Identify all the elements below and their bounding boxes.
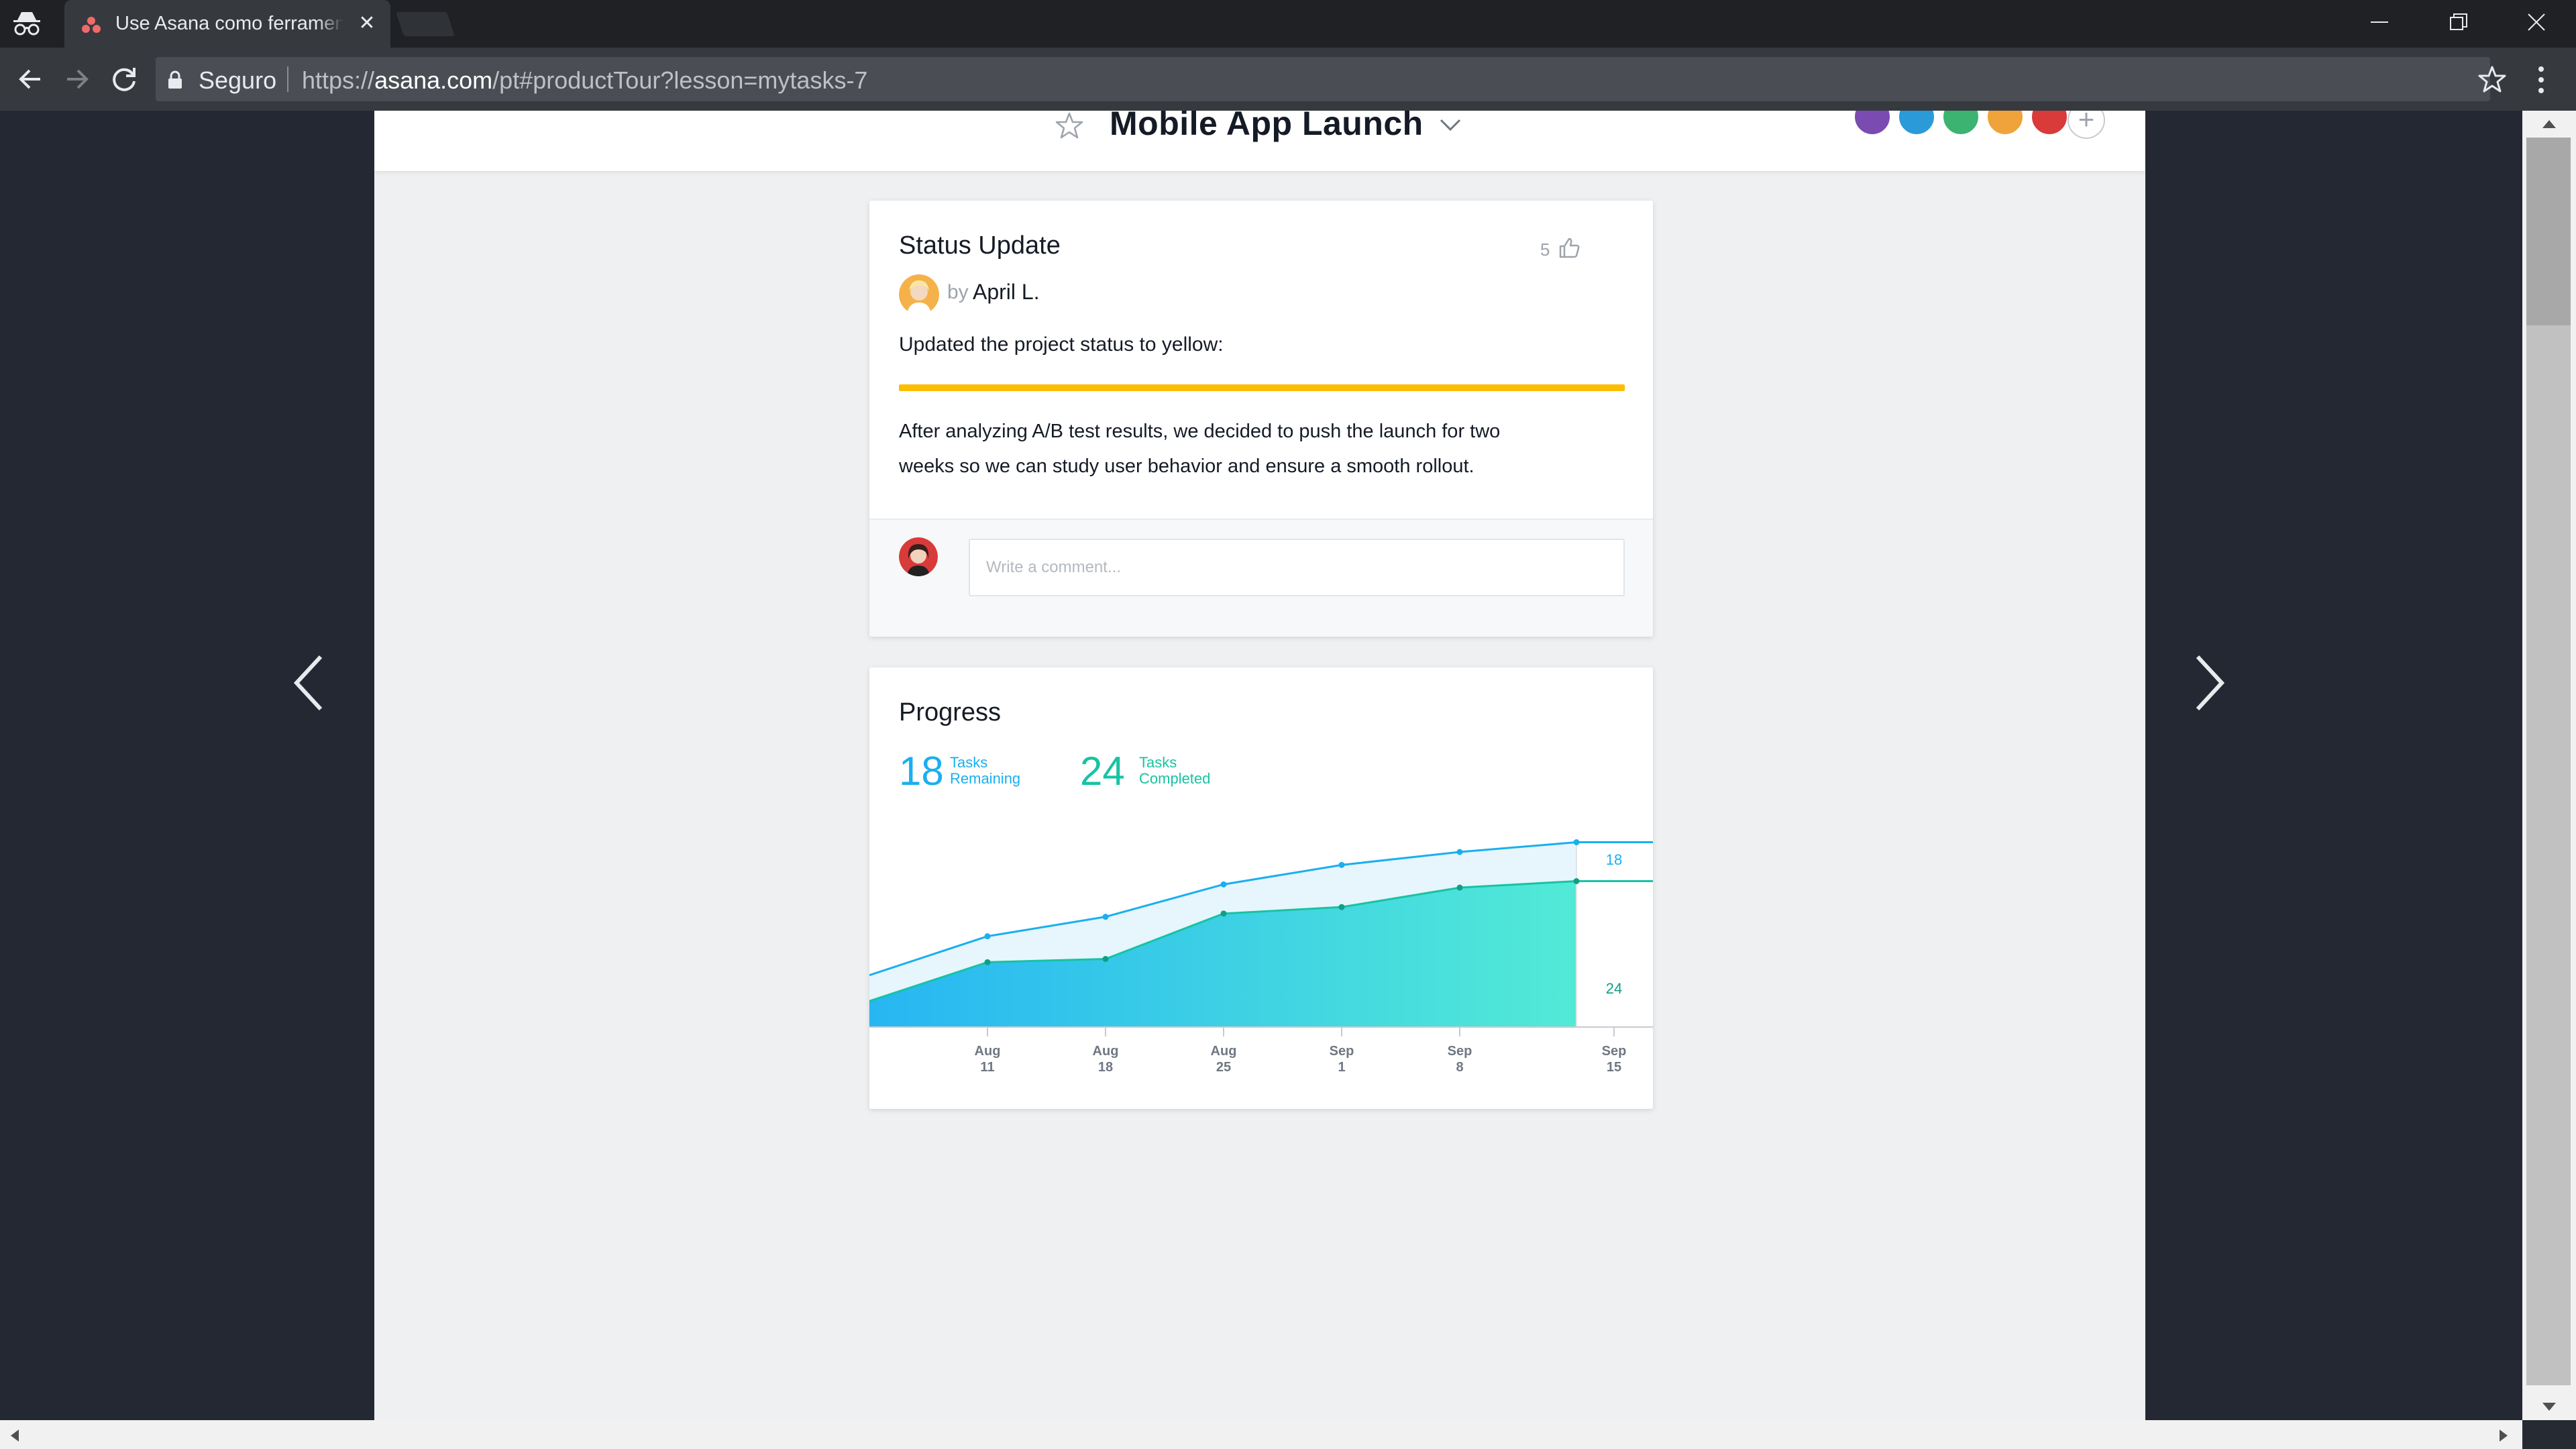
forward-arrow-icon[interactable] <box>60 62 94 96</box>
completed-point <box>1102 956 1109 962</box>
omnibox-separator <box>287 66 288 92</box>
x-tick-label-month: Sep <box>1448 1044 1472 1059</box>
status-color-bar <box>899 384 1625 391</box>
author-avatar[interactable] <box>899 274 939 315</box>
completed-point <box>984 959 991 965</box>
minimize-icon <box>2371 21 2388 23</box>
completed-point <box>1456 884 1463 891</box>
comment-input[interactable] <box>969 539 1625 596</box>
chevron-left-icon[interactable] <box>288 653 329 713</box>
tab-title: Use Asana como ferramenta <box>115 13 343 36</box>
x-tick-label-month: Aug <box>975 1044 1001 1059</box>
x-tick-label-day: 18 <box>1098 1060 1113 1075</box>
status-subtitle: Updated the project status to yellow: <box>899 333 1224 356</box>
current-user-avatar <box>899 537 938 576</box>
progress-chart: 1824Aug11Aug18Aug25Sep1Sep8Sep15 <box>869 839 1653 1075</box>
asana-main: Mobile App Launch + Status Update 5 by A… <box>374 111 2145 1420</box>
project-header: Mobile App Launch + <box>374 111 2145 171</box>
browser-tab[interactable]: Use Asana como ferramenta ✕ <box>64 0 390 48</box>
vertical-scrollbar[interactable] <box>2522 111 2576 1420</box>
url-scheme: https:// <box>302 66 375 94</box>
total-point <box>1573 839 1580 845</box>
total-point <box>1102 914 1109 920</box>
member-avatar[interactable] <box>1941 111 1980 136</box>
x-tick-label-day: 25 <box>1216 1060 1231 1075</box>
completed-point <box>1338 904 1345 910</box>
restore-icon <box>2450 13 2467 30</box>
chevron-down-icon[interactable] <box>1437 115 1464 135</box>
lock-icon <box>168 70 182 89</box>
bookmark-star-icon[interactable] <box>2478 65 2506 93</box>
scrollbar-thumb[interactable] <box>2526 138 2571 325</box>
remaining-end-label: 18 <box>1606 851 1622 868</box>
browser-toolbar: Seguro https://asana.com/pt#productTour?… <box>0 48 2576 111</box>
horizontal-scrollbar[interactable] <box>0 1420 2522 1449</box>
by-label: by <box>947 281 969 303</box>
url-host: asana.com <box>374 66 493 94</box>
project-title[interactable]: Mobile App Launch <box>1110 111 1424 143</box>
scroll-down-arrow-icon[interactable] <box>2541 1401 2557 1413</box>
close-icon <box>2528 13 2545 31</box>
total-point <box>1338 861 1345 868</box>
x-tick-label-day: 1 <box>1338 1060 1345 1075</box>
x-tick-label-month: Aug <box>1093 1044 1119 1059</box>
reload-icon[interactable] <box>107 62 141 96</box>
member-avatar[interactable] <box>2030 111 2069 136</box>
asana-logo-icon <box>82 17 101 33</box>
x-tick-label-day: 11 <box>980 1060 994 1075</box>
scroll-up-arrow-icon[interactable] <box>2541 117 2557 129</box>
url-text[interactable]: https://asana.com/pt#productTour?lesson=… <box>302 66 867 95</box>
total-point <box>984 933 991 940</box>
completed-point <box>1573 878 1580 884</box>
author-name[interactable]: April L. <box>973 280 1040 305</box>
x-tick-label-day: 15 <box>1607 1060 1621 1075</box>
tour-backdrop-right <box>2145 111 2522 1420</box>
tab-close-icon[interactable]: ✕ <box>357 13 377 34</box>
x-tick-label-month: Sep <box>1602 1044 1627 1059</box>
tour-backdrop-left <box>0 111 374 1420</box>
x-tick-label-month: Sep <box>1330 1044 1354 1059</box>
minimize-button[interactable] <box>2340 0 2419 48</box>
member-avatar[interactable] <box>1897 111 1936 136</box>
secure-label: Seguro <box>199 66 277 94</box>
status-update-card: Status Update 5 by April L. Updated the … <box>869 201 1653 637</box>
chevron-right-icon[interactable] <box>2190 653 2230 713</box>
x-tick-label-day: 8 <box>1456 1060 1463 1075</box>
like-count: 5 <box>1540 239 1550 260</box>
comment-area <box>869 519 1653 637</box>
kebab-menu-icon[interactable] <box>2534 65 2548 95</box>
status-body: After analyzing A/B test results, we dec… <box>899 421 1501 477</box>
favorite-star-icon[interactable] <box>1055 111 1084 140</box>
address-bar[interactable]: Seguro https://asana.com/pt#productTour?… <box>156 57 2490 101</box>
scroll-left-arrow-icon[interactable] <box>8 1428 20 1443</box>
completed-end-label: 24 <box>1606 980 1622 997</box>
restore-button[interactable] <box>2419 0 2498 48</box>
incognito-icon <box>13 12 40 36</box>
browser-titlebar: Use Asana como ferramenta ✕ <box>0 0 2576 48</box>
completed-point <box>1220 910 1227 917</box>
new-tab-button[interactable] <box>396 12 455 36</box>
thumbs-up-icon[interactable] <box>1558 237 1580 258</box>
status-update-title: Status Update <box>899 231 1061 260</box>
member-avatar[interactable] <box>1986 111 2025 136</box>
total-point <box>1456 849 1463 855</box>
progress-card: Progress 18 Tasks Remaining 24 Tasks Compl… <box>869 667 1653 1109</box>
x-tick-label-month: Aug <box>1211 1044 1237 1059</box>
url-path: /pt#productTour?lesson=mytasks-7 <box>492 66 868 94</box>
close-window-button[interactable] <box>2497 0 2576 48</box>
total-point <box>1220 881 1227 888</box>
back-arrow-icon[interactable] <box>13 62 47 96</box>
scroll-right-arrow-icon[interactable] <box>2498 1428 2510 1443</box>
member-avatar[interactable] <box>1853 111 1892 136</box>
